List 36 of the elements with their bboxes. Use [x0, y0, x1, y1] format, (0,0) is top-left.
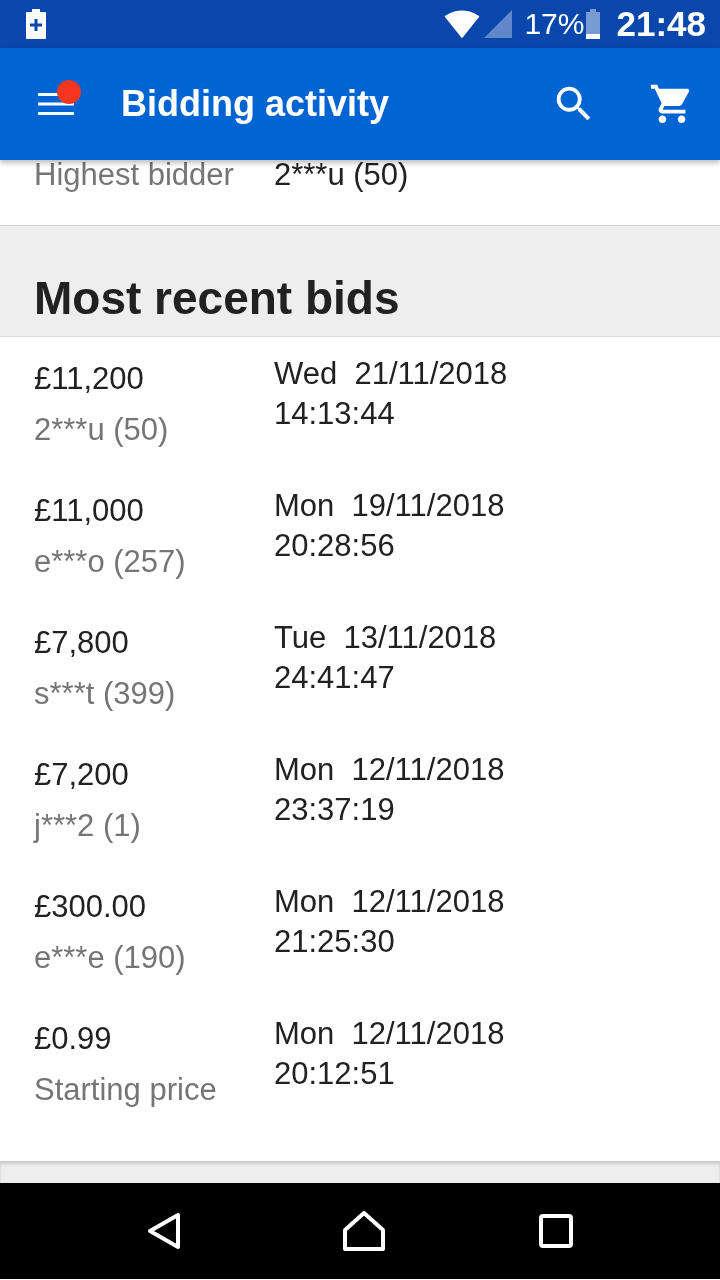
- battery-percentage: 17%: [524, 7, 585, 41]
- section-heading: Most recent bids: [34, 271, 400, 326]
- bid-amount: £11,200: [34, 360, 145, 398]
- signal-icon: [484, 10, 513, 38]
- clock-time: 21:48: [616, 5, 706, 43]
- screen-title: Bidding activity: [121, 83, 390, 125]
- highest-bidder-value: 2***u (50): [274, 160, 409, 190]
- highest-bidder-label: Highest bidder: [33, 160, 235, 190]
- bid-time: 14:13:44: [274, 395, 396, 433]
- bid-amount: £7,800: [34, 624, 130, 662]
- bid-time: 20:28:56: [274, 527, 396, 565]
- recents-icon: [539, 1214, 573, 1248]
- bid-date: Mon 12/11/2018: [274, 1015, 505, 1053]
- bid-date: Mon 12/11/2018: [274, 883, 505, 921]
- bid-subtitle: 2***u (50): [34, 411, 170, 449]
- bid-amount: £11,000: [34, 492, 145, 530]
- bid-subtitle: s***t (399): [34, 675, 177, 713]
- bid-time: 24:41:47: [274, 659, 396, 697]
- bid-date: Mon 19/11/2018: [274, 487, 505, 525]
- back-icon: [147, 1212, 181, 1250]
- bid-subtitle: e***e (190): [34, 939, 187, 977]
- bid-date: Mon 12/11/2018: [274, 751, 505, 789]
- bid-time: 23:37:19: [274, 791, 396, 829]
- home-icon: [343, 1211, 385, 1251]
- battery-icon: [586, 9, 601, 39]
- bid-subtitle: e***o (257): [34, 543, 187, 581]
- bid-time: 20:12:51: [274, 1055, 396, 1093]
- bid-subtitle: j***2 (1): [34, 807, 142, 845]
- bid-time: 21:25:30: [274, 923, 396, 961]
- bid-date: Tue 13/11/2018: [274, 619, 497, 657]
- battery-plus-icon: [26, 9, 46, 39]
- bid-date: Wed 21/11/2018: [274, 355, 508, 393]
- bid-amount: £300.00: [34, 888, 148, 926]
- bid-amount: £7,200: [34, 756, 130, 794]
- bid-subtitle: Starting price: [34, 1071, 218, 1109]
- bid-amount: £0.99: [34, 1020, 113, 1058]
